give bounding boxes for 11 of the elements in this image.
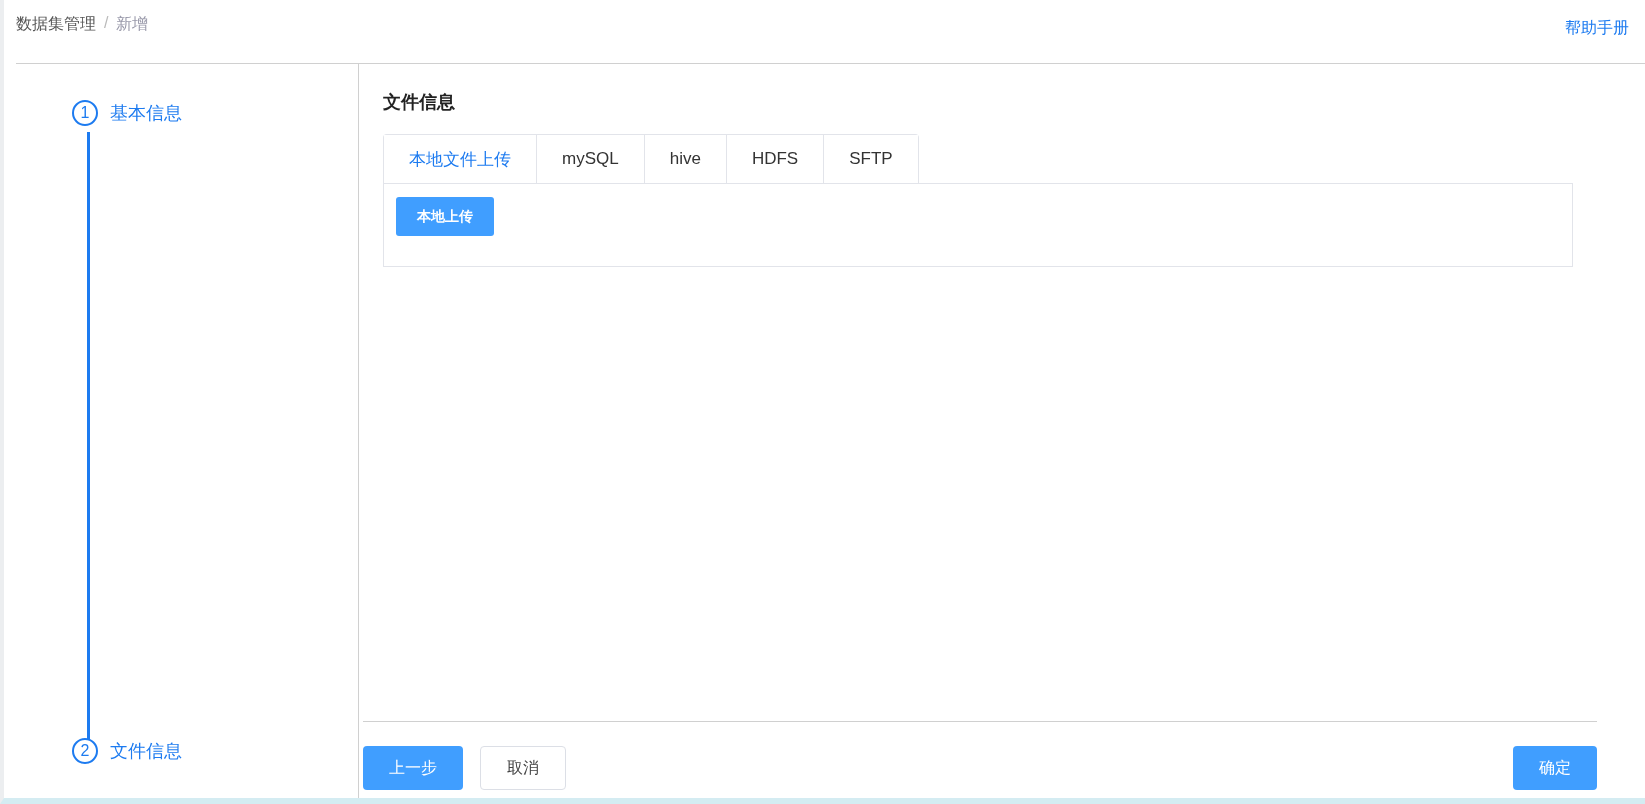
breadcrumb-item: 新增 bbox=[116, 14, 149, 34]
step-number: 1 bbox=[72, 100, 98, 126]
step-label: 基本信息 bbox=[110, 102, 182, 125]
section-title: 文件信息 bbox=[383, 91, 456, 114]
breadcrumb-item[interactable]: 数据集管理 bbox=[16, 14, 96, 35]
cancel-button[interactable]: 取消 bbox=[480, 746, 566, 790]
breadcrumb-separator: / bbox=[104, 14, 109, 33]
step-label: 文件信息 bbox=[110, 740, 182, 763]
step-number: 2 bbox=[72, 738, 98, 764]
source-tab[interactable]: 本地文件上传 bbox=[384, 135, 537, 184]
help-link[interactable]: 帮助手册 bbox=[1565, 18, 1629, 39]
